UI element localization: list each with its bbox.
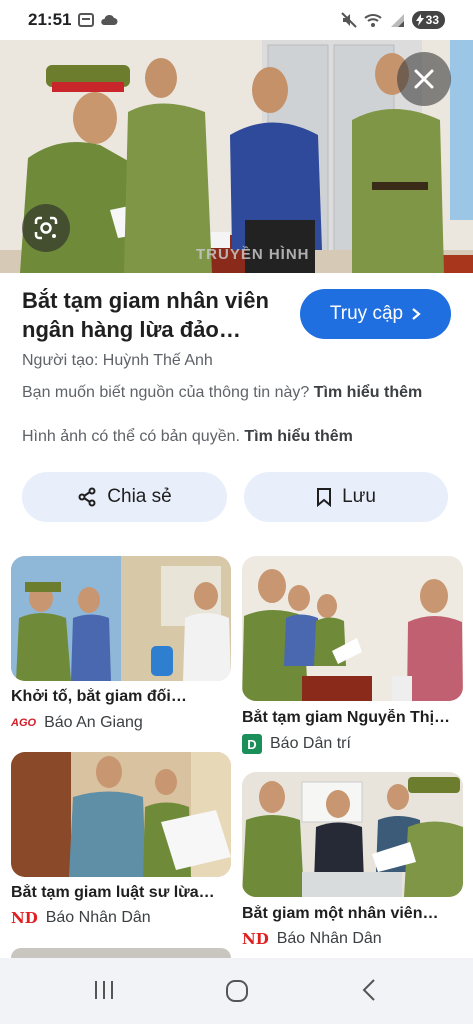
share-label: Chia sẻ <box>107 486 172 507</box>
related-source-3: ND Báo Nhân Dân <box>11 909 151 927</box>
bookmark-icon <box>317 488 332 507</box>
source-logo-2: D <box>242 734 262 754</box>
home-icon <box>226 980 248 1002</box>
status-system-icons: 33 <box>340 11 445 29</box>
save-button[interactable]: Lưu <box>244 472 448 522</box>
recent-apps-button[interactable] <box>92 978 116 1007</box>
visit-button[interactable]: Truy cập <box>300 289 451 339</box>
creator-text: Người tạo: Huỳnh Thế Anh <box>22 352 213 369</box>
home-button[interactable] <box>224 978 250 1009</box>
related-source-4: ND Báo Nhân Dân <box>242 930 382 948</box>
related-image-2[interactable] <box>242 556 463 701</box>
source-logo-1: AGO <box>11 717 37 729</box>
related-photo-4 <box>242 772 463 897</box>
related-source-2: D Báo Dân trí <box>242 734 351 754</box>
related-photo-2 <box>242 556 463 701</box>
related-image-1[interactable] <box>11 556 231 681</box>
related-title-4[interactable]: Bắt giam một nhân viên… <box>242 905 467 923</box>
share-icon <box>78 487 96 507</box>
related-source-name-1: Báo An Giang <box>44 714 143 731</box>
battery-indicator: 33 <box>411 11 445 29</box>
back-icon <box>362 979 375 1001</box>
related-photo-3 <box>11 752 231 877</box>
related-source-name-2: Báo Dân trí <box>270 735 351 752</box>
lens-search-button[interactable] <box>22 204 70 252</box>
source-info: Bạn muốn biết nguồn của thông tin này? T… <box>22 381 452 404</box>
recent-apps-icon <box>95 981 113 999</box>
status-time: 21:51 <box>28 10 72 29</box>
signal-icon <box>390 13 404 27</box>
status-bar: 21:51 33 <box>0 0 473 40</box>
charging-icon <box>415 14 424 26</box>
wifi-icon <box>363 13 382 27</box>
related-image-5[interactable] <box>11 948 231 958</box>
related-photo-1 <box>11 556 231 681</box>
related-source-1: AGO Báo An Giang <box>11 714 143 732</box>
related-title-1[interactable]: Khởi tố, bắt giam đối… <box>11 688 236 706</box>
save-label: Lưu <box>342 486 376 507</box>
calendar-icon <box>78 13 94 27</box>
related-title-3[interactable]: Bắt tạm giam luật sư lừa… <box>11 884 236 902</box>
related-title-2[interactable]: Bắt tạm giam Nguyễn Thị… <box>242 709 467 727</box>
system-nav-bar <box>0 958 473 1024</box>
close-icon <box>414 69 434 89</box>
chevron-right-icon <box>412 308 421 320</box>
related-source-name-4: Báo Nhân Dân <box>276 930 382 947</box>
status-notification-icons <box>78 13 118 27</box>
source-question: Bạn muốn biết nguồn của thông tin này? <box>22 384 310 401</box>
mute-icon <box>340 12 357 28</box>
related-image-3[interactable] <box>11 752 231 877</box>
learn-more-link-2[interactable]: Tìm hiểu thêm <box>244 428 352 445</box>
source-logo-3: ND <box>11 909 38 927</box>
cloud-icon <box>101 14 118 25</box>
source-logo-4: ND <box>242 930 269 948</box>
back-button[interactable] <box>360 978 378 1007</box>
hero-watermark: TRUYỀN HÌNH <box>196 246 310 263</box>
lens-icon <box>34 216 58 240</box>
related-image-4[interactable] <box>242 772 463 897</box>
close-button[interactable] <box>397 52 451 106</box>
share-button[interactable]: Chia sẻ <box>22 472 227 522</box>
page-title: Bắt tạm giam nhân viên ngân hàng lừa đảo… <box>22 288 269 342</box>
copyright-info: Hình ảnh có thể có bản quyền. Tìm hiểu t… <box>22 428 353 446</box>
copyright-text: Hình ảnh có thể có bản quyền. <box>22 428 240 445</box>
visit-button-label: Truy cập <box>329 303 404 324</box>
learn-more-link[interactable]: Tìm hiểu thêm <box>314 384 422 401</box>
related-source-name-3: Báo Nhân Dân <box>45 909 151 926</box>
